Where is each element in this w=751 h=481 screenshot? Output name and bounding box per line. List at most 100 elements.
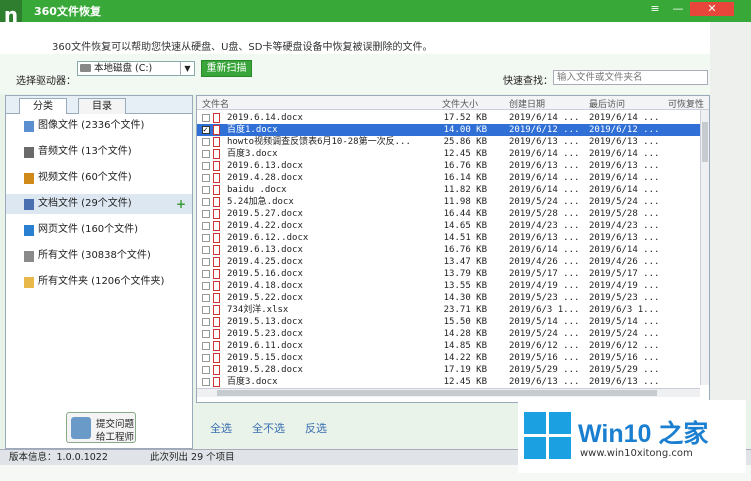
file-size: 14.65 KB xyxy=(443,221,487,231)
rescan-button[interactable]: 重新扫描 xyxy=(201,60,252,77)
created-date: 2019/5/29 ... xyxy=(509,365,580,375)
invert-selection-link[interactable]: 反选 xyxy=(305,420,327,436)
document-icon xyxy=(213,149,220,159)
folder-icon xyxy=(24,277,34,288)
horizontal-scrollbar[interactable] xyxy=(197,388,700,397)
document-icon xyxy=(213,281,220,291)
created-date: 2019/6/13 ... xyxy=(509,233,580,243)
table-row[interactable]: 2019.5.13.docx 15.50 KB 2019/5/14 ... 2019/… xyxy=(197,316,700,328)
file-size: 17.19 KB xyxy=(443,365,487,375)
table-row[interactable]: 5.24加急.docx 11.98 KB 2019/5/24 ... 2019/5/2… xyxy=(197,196,700,208)
row-checkbox[interactable] xyxy=(202,246,210,254)
scrollbar-thumb[interactable] xyxy=(702,122,708,162)
watermark: Win10 之家 www.win10xitong.com xyxy=(518,400,746,473)
table-row[interactable]: baidu .docx 11.82 KB 2019/6/14 ... 2019/6/1… xyxy=(197,184,700,196)
table-row[interactable]: 2019.6.12..docx 14.51 KB 2019/6/13 ... 2019… xyxy=(197,232,700,244)
table-row[interactable]: 2019.5.27.docx 16.44 KB 2019/5/28 ... 2019/… xyxy=(197,208,700,220)
sidebar-item-image[interactable]: 图像文件 (2336个文件) xyxy=(6,116,192,136)
row-checkbox[interactable] xyxy=(202,354,210,362)
row-checkbox[interactable] xyxy=(202,342,210,350)
sidebar-item-webpage[interactable]: 网页文件 (160个文件) xyxy=(6,220,192,240)
document-icon xyxy=(213,113,220,123)
row-checkbox[interactable] xyxy=(202,294,210,302)
sidebar-item-music[interactable]: 音频文件 (13个文件) xyxy=(6,142,192,162)
file-name: 2019.5.15.docx xyxy=(227,353,303,363)
row-checkbox[interactable] xyxy=(202,138,210,146)
row-checkbox[interactable] xyxy=(202,162,210,170)
row-checkbox[interactable] xyxy=(202,222,210,230)
file-size: 16.44 KB xyxy=(443,209,487,219)
row-checkbox[interactable] xyxy=(202,150,210,158)
header-size[interactable]: 文件大小 xyxy=(442,97,478,110)
row-checkbox[interactable] xyxy=(202,282,210,290)
file-name: 734刘洋.xlsx xyxy=(227,305,289,315)
toolbar: 选择驱动器： 本地磁盘 (C:) ▼ 重新扫描 快速查找： xyxy=(0,54,710,94)
close-icon[interactable]: ✕ xyxy=(690,2,734,16)
document-icon xyxy=(213,161,220,171)
plus-icon[interactable]: + xyxy=(176,194,186,214)
table-row[interactable]: 2019.4.25.docx 13.47 KB 2019/4/26 ... 2019/… xyxy=(197,256,700,268)
sidebar-item-file[interactable]: 所有文件 (30838个文件) xyxy=(6,246,192,266)
vertical-scrollbar[interactable] xyxy=(700,110,709,385)
table-row[interactable]: 2019.4.22.docx 14.65 KB 2019/4/23 ... 2019/… xyxy=(197,220,700,232)
table-row[interactable]: 2019.4.28.docx 16.14 KB 2019/6/14 ... 2019/… xyxy=(197,172,700,184)
select-all-link[interactable]: 全选 xyxy=(210,420,232,436)
accessed-date: 2019/6/13 ... xyxy=(589,377,660,387)
disk-icon xyxy=(80,64,91,72)
accessed-date: 2019/4/23 ... xyxy=(589,221,660,231)
header-recoverability[interactable]: 可恢复性 xyxy=(668,97,704,110)
table-row[interactable]: 2019.6.13.docx 16.76 KB 2019/6/13 ... 2019/… xyxy=(197,160,700,172)
accessed-date: 2019/6/14 ... xyxy=(589,149,660,159)
sidebar-item-video[interactable]: 视频文件 (60个文件) xyxy=(6,168,192,188)
scrollbar-thumb[interactable] xyxy=(217,390,657,396)
row-checkbox[interactable] xyxy=(202,306,210,314)
tab-category[interactable]: 分类 xyxy=(19,98,67,114)
feedback-label-1: 提交问题 xyxy=(96,419,135,430)
minimize-icon[interactable]: — xyxy=(667,2,689,16)
table-row[interactable]: ✓ 百度1.docx 14.00 KB 2019/6/12 ... 2019/6/12 … xyxy=(197,124,700,136)
row-checkbox[interactable] xyxy=(202,270,210,278)
row-checkbox[interactable] xyxy=(202,318,210,326)
row-checkbox[interactable] xyxy=(202,174,210,182)
drive-select[interactable]: 本地磁盘 (C:) ▼ xyxy=(77,61,195,76)
table-row[interactable]: 2019.4.18.docx 13.55 KB 2019/4/19 ... 2019/… xyxy=(197,280,700,292)
row-checkbox[interactable] xyxy=(202,186,210,194)
table-row[interactable]: 2019.5.22.docx 14.30 KB 2019/5/23 ... 2019/… xyxy=(197,292,700,304)
sidebar-item-folder[interactable]: 所有文件夹 (1206个文件夹) xyxy=(6,272,192,292)
row-checkbox[interactable] xyxy=(202,210,210,218)
sidebar-item-document[interactable]: 文档文件 (29个文件) + xyxy=(6,194,192,214)
table-row[interactable]: 2019.5.16.docx 13.79 KB 2019/5/17 ... 2019/… xyxy=(197,268,700,280)
search-input[interactable] xyxy=(553,70,708,85)
feedback-button[interactable]: 提交问题 给工程师 xyxy=(66,412,136,443)
table-row[interactable]: 2019.6.11.docx 14.85 KB 2019/6/12 ... 2019/… xyxy=(197,340,700,352)
header-created[interactable]: 创建日期 xyxy=(509,97,545,110)
header-filename[interactable]: 文件名 xyxy=(202,97,229,110)
table-row[interactable]: howto视频调查反馈表6月10-28第一次反... 25.86 KB 2019/6… xyxy=(197,136,700,148)
row-checkbox[interactable]: ✓ xyxy=(202,126,210,134)
row-checkbox[interactable] xyxy=(202,330,210,338)
sidebar-item-label: 视频文件 (60个文件) xyxy=(38,172,132,183)
table-row[interactable]: 百度3.docx 12.45 KB 2019/6/14 ... 2019/6/14 .… xyxy=(197,148,700,160)
table-row[interactable]: 2019.5.15.docx 14.22 KB 2019/5/16 ... 2019/… xyxy=(197,352,700,364)
row-checkbox[interactable] xyxy=(202,198,210,206)
accessed-date: 2019/5/29 ... xyxy=(589,365,660,375)
row-checkbox[interactable] xyxy=(202,366,210,374)
menu-icon[interactable]: ≡ xyxy=(644,2,666,16)
table-row[interactable]: 2019.6.14.docx 17.52 KB 2019/6/14 ... 2019/… xyxy=(197,112,700,124)
file-size: 11.82 KB xyxy=(443,185,487,195)
row-checkbox[interactable] xyxy=(202,258,210,266)
table-row[interactable]: 百度3.docx 12.45 KB 2019/6/13 ... 2019/6/13 .… xyxy=(197,376,700,388)
table-row[interactable]: 2019.5.28.docx 17.19 KB 2019/5/29 ... 2019/… xyxy=(197,364,700,376)
table-row[interactable]: 2019.5.23.docx 14.28 KB 2019/5/24 ... 2019/… xyxy=(197,328,700,340)
header-accessed[interactable]: 最后访问 xyxy=(589,97,625,110)
chevron-down-icon[interactable]: ▼ xyxy=(180,62,194,75)
table-row[interactable]: 734刘洋.xlsx 23.71 KB 2019/6/3 1... 2019/6/3 … xyxy=(197,304,700,316)
row-checkbox[interactable] xyxy=(202,378,210,386)
table-row[interactable]: 2019.6.13.docx 16.76 KB 2019/6/14 ... 2019/… xyxy=(197,244,700,256)
row-checkbox[interactable] xyxy=(202,114,210,122)
tab-directory[interactable]: 目录 xyxy=(78,98,126,114)
select-none-link[interactable]: 全不选 xyxy=(252,420,285,436)
file-name: 2019.5.22.docx xyxy=(227,293,303,303)
file-name: 2019.5.13.docx xyxy=(227,317,303,327)
row-checkbox[interactable] xyxy=(202,234,210,242)
